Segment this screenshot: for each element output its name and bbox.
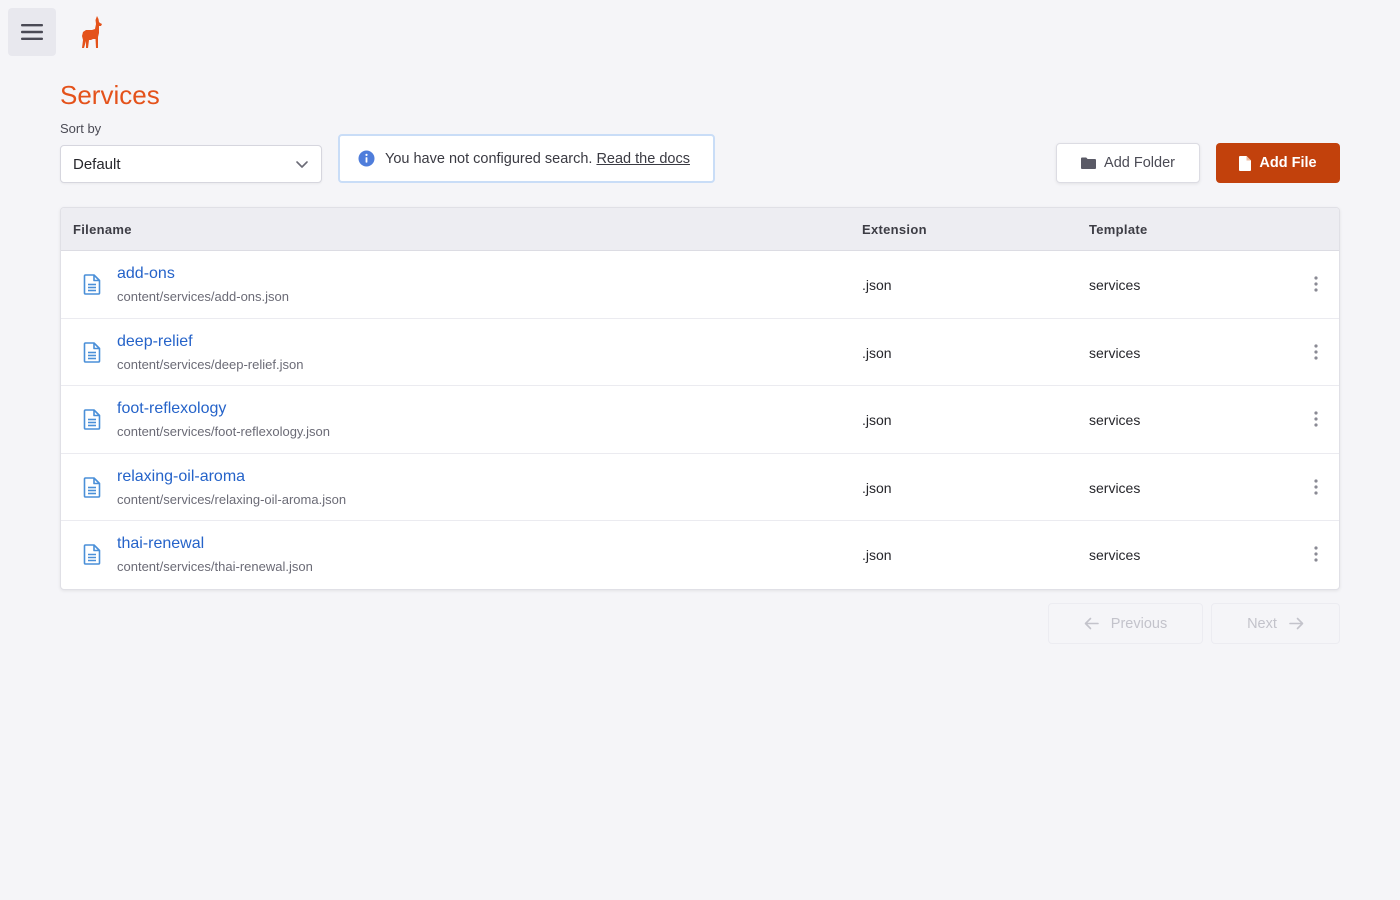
file-name-link[interactable]: deep-relief bbox=[117, 333, 193, 351]
row-more-button[interactable] bbox=[1307, 340, 1325, 364]
menu-button[interactable] bbox=[8, 8, 56, 56]
more-vertical-icon bbox=[1314, 343, 1318, 360]
add-folder-button[interactable]: Add Folder bbox=[1056, 143, 1200, 183]
search-notice: You have not configured search. Read the… bbox=[338, 134, 715, 183]
file-path: content/services/foot-reflexology.json bbox=[117, 424, 330, 439]
file-path: content/services/thai-renewal.json bbox=[117, 559, 313, 574]
page-title: Services bbox=[60, 80, 160, 110]
file-icon bbox=[1239, 155, 1252, 171]
document-icon bbox=[83, 409, 101, 430]
file-template: services bbox=[1089, 547, 1141, 563]
arrow-left-icon bbox=[1084, 617, 1099, 630]
file-name-link[interactable]: add-ons bbox=[117, 265, 175, 283]
search-notice-text: You have not configured search. bbox=[385, 150, 593, 167]
next-page-label: Next bbox=[1247, 615, 1277, 632]
folder-icon bbox=[1081, 157, 1097, 169]
document-icon bbox=[83, 544, 101, 565]
file-name-link[interactable]: thai-renewal bbox=[117, 535, 204, 553]
next-page-button[interactable]: Next bbox=[1211, 603, 1340, 644]
files-table: Filename Extension Template add-ons cont… bbox=[60, 207, 1340, 590]
sort-select-value: Default bbox=[73, 155, 121, 173]
add-folder-label: Add Folder bbox=[1104, 155, 1175, 171]
table-header: Filename Extension Template bbox=[61, 208, 1339, 251]
more-vertical-icon bbox=[1314, 411, 1318, 427]
more-vertical-icon bbox=[1314, 276, 1318, 292]
add-file-label: Add File bbox=[1259, 155, 1317, 171]
sort-by-label: Sort by bbox=[60, 121, 102, 136]
document-icon bbox=[83, 341, 101, 363]
arrow-right-icon bbox=[1289, 617, 1304, 630]
file-template: services bbox=[1089, 412, 1141, 428]
table-row[interactable]: thai-renewal content/services/thai-renew… bbox=[61, 521, 1339, 589]
column-header-extension[interactable]: Extension bbox=[862, 222, 927, 237]
more-vertical-icon bbox=[1314, 546, 1318, 562]
add-file-button[interactable]: Add File bbox=[1216, 143, 1340, 183]
file-template: services bbox=[1089, 344, 1141, 361]
file-extension: .json bbox=[862, 479, 892, 496]
llama-logo[interactable] bbox=[78, 15, 106, 49]
table-row[interactable]: relaxing-oil-aroma content/services/rela… bbox=[61, 454, 1339, 521]
file-template: services bbox=[1089, 277, 1141, 293]
file-path: content/services/deep-relief.json bbox=[117, 356, 304, 372]
file-name-link[interactable]: foot-reflexology bbox=[117, 400, 226, 418]
row-more-button[interactable] bbox=[1307, 407, 1325, 431]
info-icon bbox=[358, 150, 375, 167]
document-icon bbox=[83, 274, 101, 295]
file-template: services bbox=[1089, 479, 1141, 496]
file-extension: .json bbox=[862, 277, 892, 293]
column-header-template[interactable]: Template bbox=[1089, 222, 1148, 237]
file-extension: .json bbox=[862, 547, 892, 563]
column-header-filename[interactable]: Filename bbox=[73, 222, 132, 237]
document-icon bbox=[83, 476, 101, 498]
previous-page-button[interactable]: Previous bbox=[1048, 603, 1203, 644]
hamburger-icon bbox=[21, 24, 43, 40]
file-path: content/services/relaxing-oil-aroma.json bbox=[117, 491, 347, 507]
row-more-button[interactable] bbox=[1307, 542, 1325, 566]
chevron-down-icon bbox=[296, 161, 308, 168]
file-extension: .json bbox=[862, 344, 892, 361]
read-docs-link[interactable]: Read the docs bbox=[596, 151, 690, 167]
file-name-link[interactable]: relaxing-oil-aroma bbox=[117, 468, 245, 486]
table-row[interactable]: foot-reflexology content/services/foot-r… bbox=[61, 386, 1339, 454]
previous-page-label: Previous bbox=[1110, 615, 1168, 632]
file-path: content/services/add-ons.json bbox=[117, 289, 289, 304]
table-row[interactable]: deep-relief content/services/deep-relief… bbox=[61, 319, 1339, 386]
row-more-button[interactable] bbox=[1307, 475, 1325, 499]
file-extension: .json bbox=[862, 412, 892, 428]
table-row[interactable]: add-ons content/services/add-ons.json .j… bbox=[61, 251, 1339, 319]
row-more-button[interactable] bbox=[1307, 272, 1325, 296]
sort-select[interactable]: Default bbox=[60, 145, 322, 183]
more-vertical-icon bbox=[1314, 478, 1318, 495]
